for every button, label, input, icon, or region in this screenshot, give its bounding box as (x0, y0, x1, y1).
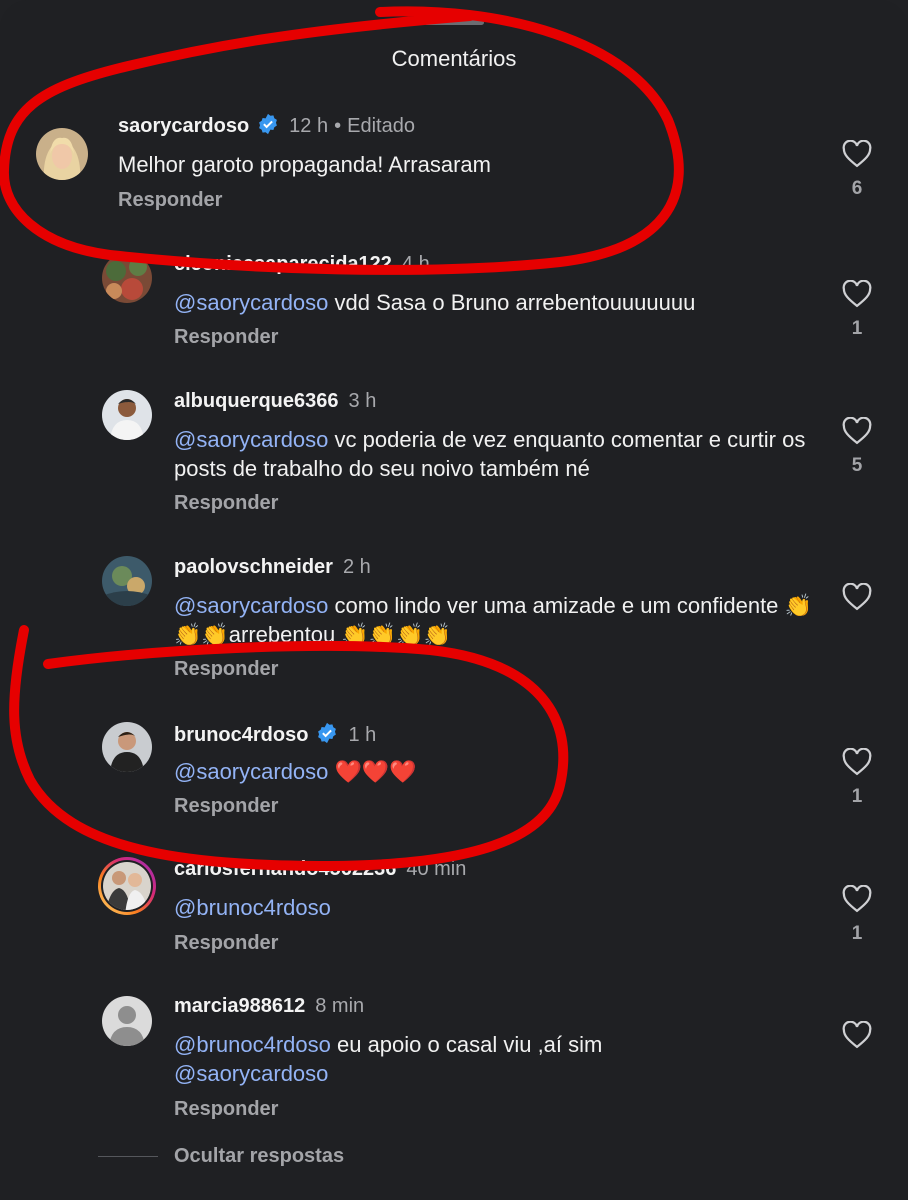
comment-username[interactable]: saorycardoso 12 h • Editado (118, 113, 415, 141)
mention-link[interactable]: @saorycardoso (174, 1061, 328, 1086)
mention-link[interactable]: @saorycardoso (174, 593, 328, 618)
heart-icon[interactable] (842, 885, 872, 913)
heart-icon[interactable] (842, 417, 872, 445)
avatar[interactable] (102, 390, 152, 440)
comment-username[interactable]: carlosfernando4562236 40 min (174, 858, 466, 881)
like-count: 5 (851, 455, 863, 476)
avatar-story-ring[interactable] (97, 856, 157, 916)
heart-icon[interactable] (842, 140, 872, 168)
mention-link[interactable]: @saorycardoso (174, 759, 328, 784)
reply-button[interactable]: Responder (118, 189, 222, 212)
heart-icon[interactable] (842, 280, 872, 308)
like-count: 1 (851, 786, 863, 807)
comment-text: @brunoc4rdoso eu apoio o casal viu ,aí s… (174, 1032, 603, 1086)
comment-text: @saorycardoso ❤️❤️❤️ (174, 759, 417, 784)
reply-button[interactable]: Responder (174, 932, 278, 955)
mention-link[interactable]: @brunoc4rdoso (174, 1032, 331, 1057)
avatar[interactable] (36, 128, 88, 180)
comment-username[interactable]: marcia988612 8 min (174, 995, 364, 1018)
comment-time: 4 h (401, 253, 430, 275)
heart-icon[interactable] (842, 1021, 872, 1049)
heart-icon[interactable] (842, 748, 872, 776)
like-count: 1 (851, 318, 863, 339)
comment-time: 3 h (348, 390, 377, 412)
comment-time: 1 h (348, 724, 377, 746)
avatar[interactable] (102, 722, 152, 772)
mention-link[interactable]: @saorycardoso (174, 427, 328, 452)
like-count: 1 (851, 923, 863, 944)
verified-badge-icon (316, 722, 338, 750)
comment-time: 12 h (289, 115, 329, 137)
mention-link[interactable]: @brunoc4rdoso (174, 895, 331, 920)
reply-button[interactable]: Responder (174, 658, 278, 681)
comment-username[interactable]: albuquerque6366 3 h (174, 390, 376, 413)
comment-username[interactable]: paolovschneider 2 h (174, 556, 371, 579)
hide-replies-button[interactable]: Ocultar respostas (174, 1145, 344, 1168)
comment-text: @saorycardoso como lindo ver uma amizade… (174, 593, 812, 647)
comments-sheet: Comentários saorycardoso 12 h • Editado Mel… (0, 0, 908, 1200)
mention-link[interactable]: @saorycardoso (174, 290, 328, 315)
avatar[interactable] (102, 253, 152, 303)
comment-text: @saorycardoso vdd Sasa o Bruno arrebento… (174, 290, 696, 315)
comment-username[interactable]: brunoc4rdoso 1 h (174, 722, 376, 750)
reply-button[interactable]: Responder (174, 795, 278, 818)
page-title: Comentários (391, 46, 517, 71)
comment-time: 8 min (315, 995, 365, 1017)
edited-label: Editado (347, 115, 415, 137)
heart-icon[interactable] (842, 583, 872, 611)
comment-username[interactable]: cleonicesaparecida122 4 h (174, 253, 430, 276)
comment-time: 2 h (342, 556, 371, 578)
reply-button[interactable]: Responder (174, 326, 278, 349)
drag-handle[interactable] (424, 20, 484, 25)
reply-button[interactable]: Responder (174, 1098, 278, 1121)
reply-button[interactable]: Responder (174, 492, 278, 515)
comment-text: Melhor garoto propaganda! Arrasaram (118, 152, 491, 177)
comment-text: @saorycardoso vc poderia de vez enquanto… (174, 427, 806, 481)
divider (98, 1156, 158, 1157)
avatar[interactable] (102, 556, 152, 606)
like-count: 6 (851, 178, 863, 199)
default-avatar-icon[interactable] (102, 996, 152, 1046)
comment-text: @brunoc4rdoso (174, 893, 824, 922)
comment-time: 40 min (406, 858, 467, 880)
verified-badge-icon (257, 113, 279, 141)
